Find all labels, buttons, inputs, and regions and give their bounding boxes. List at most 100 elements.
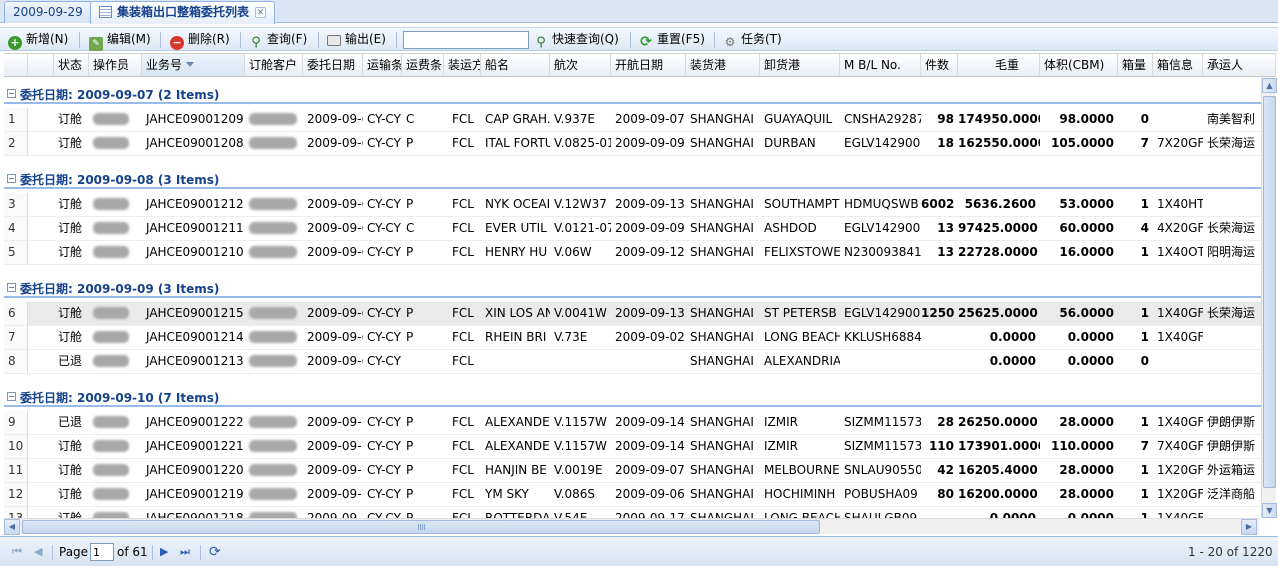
export-button[interactable]: 输出(E)	[327, 30, 386, 50]
reset-button[interactable]: ⟳ 重置(F5)	[639, 30, 705, 50]
quick-search-input[interactable]	[403, 31, 529, 49]
cell-cbm: 105.0000	[1050, 136, 1114, 150]
cell-mbl: N230093841	[844, 245, 921, 259]
export-label: 输出(E)	[345, 32, 386, 46]
table-row[interactable]: 2 订舱 JAHCE09001208 2009-09-(CY-CY P FCL ITAL F…	[4, 132, 1261, 156]
scroll-down-icon[interactable]: ▼	[1262, 503, 1277, 518]
close-icon[interactable]: ✕	[255, 7, 267, 18]
header-container-qty[interactable]: 箱量	[1118, 54, 1153, 76]
header-job-no[interactable]: 业务号	[142, 54, 245, 76]
cell-weight: 173901.0000	[958, 439, 1040, 453]
add-button[interactable]: + 新增(N)	[8, 30, 68, 50]
table-row[interactable]: 4 订舱 JAHCE09001211 2009-09-(CY-CY C FCL EVER U…	[4, 217, 1261, 241]
redaction-blur	[249, 331, 297, 343]
cell-cbm: 0.0000	[1067, 511, 1114, 518]
cell-pod: ST PETERSB	[764, 306, 837, 320]
group-header-row[interactable]: − 委托日期: 2009-09-08 (3 Items)	[4, 165, 1261, 189]
last-page-icon[interactable]: ⏭	[180, 544, 190, 560]
collapse-icon[interactable]: −	[7, 392, 16, 401]
table-row[interactable]: 13 订舱 JAHCE09001218 2009-09-1 CY-CY P FCL ROTTE…	[4, 507, 1261, 518]
redaction-blur	[249, 198, 297, 210]
table-row[interactable]: 5 订舱 JAHCE09001210 2009-09-(CY-CY P FCL HENRY …	[4, 241, 1261, 265]
cell-trans: CY-CY	[367, 415, 401, 429]
redaction-blur	[249, 488, 297, 500]
redaction-blur	[93, 113, 129, 125]
header-freight-term[interactable]: 运费条	[402, 54, 444, 76]
cell-pkgs: 13	[937, 245, 954, 259]
scroll-up-icon[interactable]: ▲	[1262, 78, 1277, 93]
header-pol[interactable]: 装货港	[686, 54, 760, 76]
redacted-customer	[245, 193, 303, 216]
header-packages[interactable]: 件数	[921, 54, 958, 76]
cell-mbl: EGLV142900	[844, 221, 921, 235]
refresh-icon[interactable]: ⟳	[209, 544, 221, 560]
row-number: 9	[4, 411, 28, 434]
cell-carrier	[1203, 350, 1261, 373]
group-header-row[interactable]: − 委托日期: 2009-09-10 (7 Items)	[4, 383, 1261, 407]
horizontal-scrollbar[interactable]: ◀ ▶	[4, 518, 1259, 535]
cell-ctn: 1X20GF	[1157, 487, 1203, 501]
redaction-blur	[93, 488, 129, 500]
cell-voyage: V.0825-01	[554, 136, 611, 150]
vertical-scrollbar[interactable]: ▲ ▼	[1261, 78, 1277, 518]
header-pod[interactable]: 卸货港	[760, 54, 840, 76]
vertical-scroll-thumb[interactable]	[1263, 96, 1276, 488]
table-row[interactable]: 6 订舱 JAHCE09001215 2009-09-(CY-CY P FCL XIN LO…	[4, 302, 1261, 326]
tab-date[interactable]: 2009-09-29	[4, 1, 92, 23]
tab-container-export-list[interactable]: 集装箱出口整箱委托列表 ✕	[90, 1, 276, 24]
cell-etd	[611, 350, 686, 373]
header-load-type[interactable]: 装运方	[444, 54, 481, 76]
header-vessel[interactable]: 船名	[481, 54, 550, 76]
scroll-left-icon[interactable]: ◀	[4, 519, 20, 535]
header-mbl[interactable]: M B/L No.	[840, 54, 921, 76]
collapse-icon[interactable]: −	[7, 283, 16, 292]
collapse-icon[interactable]: −	[7, 89, 16, 98]
header-status[interactable]: 状态	[54, 54, 89, 76]
prev-page-icon[interactable]: ◀	[34, 544, 42, 560]
header-entrust-date[interactable]: 委托日期	[303, 54, 363, 76]
cell-freight: P	[406, 245, 414, 259]
table-row[interactable]: 9 已退 JAHCE09001222 2009-09-1 CY-CY P FCL ALEXAN…	[4, 411, 1261, 435]
header-weight[interactable]: 毛重	[958, 54, 1040, 76]
cell-ctn: 1X40HT	[1157, 197, 1203, 211]
group-header-row[interactable]: − 委托日期: 2009-09-07 (2 Items)	[4, 80, 1261, 104]
cell-voyage: V.06W	[554, 245, 592, 259]
table-row[interactable]: 10 订舱 JAHCE09001221 2009-09-1 CY-CY P FCL ALEXA…	[4, 435, 1261, 459]
table-row[interactable]: 1 订舱 JAHCE09001209 2009-09-(CY-CY C FCL CAP GR…	[4, 108, 1261, 132]
table-row[interactable]: 8 已退 JAHCE09001213 2009-09-(CY-CY FCL SHANGHA…	[4, 350, 1261, 374]
edit-button[interactable]: ✎ 编辑(M)	[89, 30, 151, 51]
table-row[interactable]: 7 订舱 JAHCE09001214 2009-09-(CY-CY P FCL RHEIN …	[4, 326, 1261, 350]
header-transport-term[interactable]: 运输条	[363, 54, 402, 76]
cell-voyage: V.0041W	[554, 306, 607, 320]
page-count-label: of 61	[117, 545, 148, 559]
collapse-icon[interactable]: −	[7, 174, 16, 183]
cell-trans: CY-CY	[367, 354, 401, 368]
table-row[interactable]: 3 订舱 JAHCE09001212 2009-09-(CY-CY P FCL NYK OC…	[4, 193, 1261, 217]
horizontal-scroll-thumb[interactable]	[22, 520, 820, 534]
table-row[interactable]: 12 订舱 JAHCE09001219 2009-09-1 CY-CY P FCL YM SK…	[4, 483, 1261, 507]
first-page-icon[interactable]: ⏮	[12, 544, 22, 560]
tab-strip: 2009-09-29 集装箱出口整箱委托列表 ✕	[0, 0, 1278, 24]
task-button[interactable]: ⚙ 任务(T)	[723, 30, 782, 50]
header-container-info[interactable]: 箱信息	[1153, 54, 1203, 76]
delete-button[interactable]: − 删除(R)	[170, 30, 230, 50]
header-etd[interactable]: 开航日期	[611, 54, 686, 76]
cell-cbm: 53.0000	[1059, 197, 1114, 211]
header-volume[interactable]: 体积(CBM)	[1040, 54, 1118, 76]
quick-query-button[interactable]: ⚲ 快速查询(Q)	[534, 30, 619, 50]
header-voyage[interactable]: 航次	[550, 54, 611, 76]
cell-pod: MELBOURNE	[764, 463, 840, 477]
redaction-blur	[93, 440, 129, 452]
header-customer[interactable]: 订舱客户	[245, 54, 303, 76]
cell-carrier	[1203, 507, 1261, 518]
header-operator[interactable]: 操作员	[89, 54, 142, 76]
group-header-row[interactable]: − 委托日期: 2009-09-09 (3 Items)	[4, 274, 1261, 298]
cell-freight: C	[406, 112, 415, 126]
cell-etd: 2009-09-07	[615, 112, 685, 126]
scroll-right-icon[interactable]: ▶	[1241, 519, 1257, 535]
header-carrier[interactable]: 承运人	[1203, 54, 1276, 76]
next-page-icon[interactable]: ▶	[160, 544, 168, 560]
page-number-input[interactable]	[90, 543, 114, 561]
table-row[interactable]: 11 订舱 JAHCE09001220 2009-09-1 CY-CY P FCL HANJI…	[4, 459, 1261, 483]
query-button[interactable]: ⚲ 查询(F)	[249, 30, 307, 50]
